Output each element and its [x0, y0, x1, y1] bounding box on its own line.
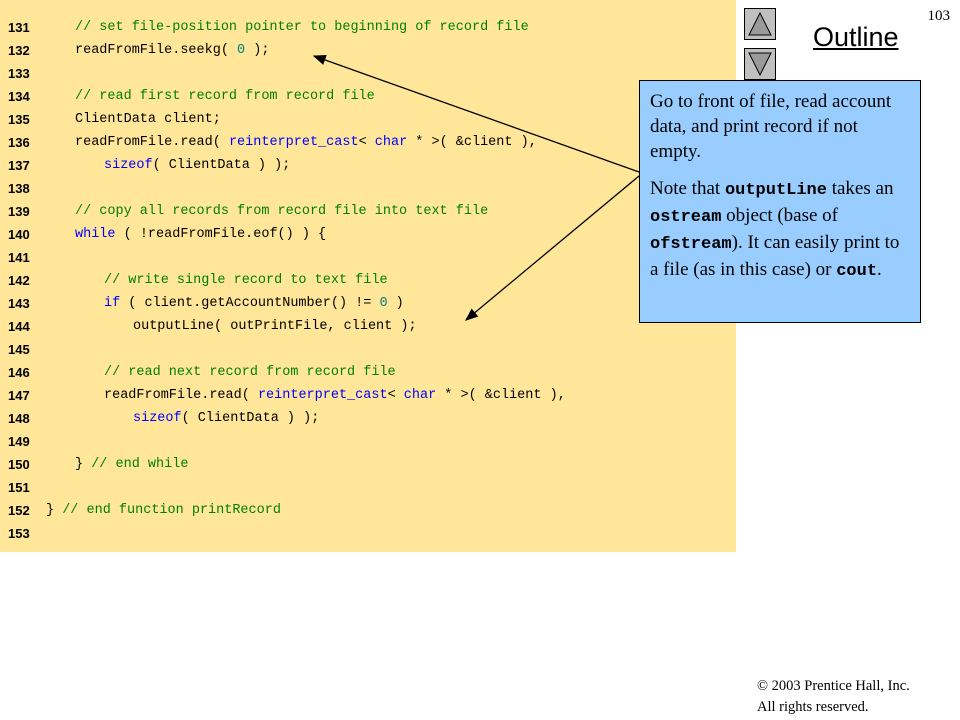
- code-token: // copy all records from record file int…: [75, 204, 489, 219]
- callout-box: Go to front of file, read account data, …: [639, 80, 921, 323]
- copyright-line: © 2003 Prentice Hall, Inc.: [757, 678, 910, 694]
- code-token: ): [387, 296, 404, 311]
- code-token: outputLine( outPrintFile, client );: [133, 319, 417, 334]
- line-number: 139: [8, 204, 30, 219]
- code-token: ( ClientData ) );: [181, 411, 320, 426]
- code-text: // read first record from record file: [75, 85, 375, 108]
- code-text: // read next record from record file: [104, 361, 396, 384]
- code-text: sizeof( ClientData ) );: [104, 154, 290, 177]
- line-number: 145: [8, 342, 30, 357]
- code-text: } // end function printRecord: [46, 499, 281, 522]
- code-token: * >( &client ),: [407, 135, 537, 150]
- callout-paragraph-2: Note that outputLine takes an ostream ob…: [650, 176, 910, 284]
- rights-line: All rights reserved.: [757, 699, 869, 715]
- code-token: reinterpret_cast: [257, 388, 388, 403]
- line-number: 137: [8, 158, 30, 173]
- code-token: ( ClientData ) );: [152, 158, 291, 173]
- code-token: sizeof: [104, 158, 153, 173]
- code-text: readFromFile.read( reinterpret_cast< cha…: [75, 131, 537, 154]
- line-number: 150: [8, 457, 30, 472]
- code-token: ( client.getAccountNumber() !=: [120, 296, 380, 311]
- code-token: if: [104, 296, 121, 311]
- line-number: 132: [8, 43, 30, 58]
- line-number: 133: [8, 66, 30, 81]
- line-number: 141: [8, 250, 30, 265]
- callout-paragraph-1: Go to front of file, read account data, …: [650, 91, 892, 162]
- code-token: readFromFile.seekg(: [75, 43, 238, 58]
- line-number: 131: [8, 20, 30, 35]
- line-number: 153: [8, 526, 30, 541]
- code-text: ClientData client;: [75, 108, 221, 131]
- callout-text: takes an: [826, 178, 894, 199]
- line-number: 142: [8, 273, 30, 288]
- callout-code-outputline: outputLine: [724, 181, 827, 200]
- line-number: 136: [8, 135, 30, 150]
- code-token: }: [46, 503, 63, 518]
- code-token: }: [75, 457, 92, 472]
- code-token: <: [387, 388, 404, 403]
- code-token: 0: [237, 43, 246, 58]
- line-number: 149: [8, 434, 30, 449]
- outline-link[interactable]: Outline: [813, 22, 899, 53]
- line-number: 134: [8, 89, 30, 104]
- code-text: // write single record to text file: [104, 269, 388, 292]
- code-token: <: [358, 135, 375, 150]
- code-token: // read next record from record file: [104, 365, 396, 380]
- code-text: // copy all records from record file int…: [75, 200, 488, 223]
- code-token: ClientData client;: [75, 112, 221, 127]
- code-text: readFromFile.read( reinterpret_cast< cha…: [104, 384, 566, 407]
- code-text: readFromFile.seekg( 0 );: [75, 39, 269, 62]
- code-text: while ( !readFromFile.eof() ) {: [75, 223, 326, 246]
- code-text: // set file-position pointer to beginnin…: [75, 16, 529, 39]
- code-token: char: [374, 135, 408, 150]
- code-token: char: [403, 388, 437, 403]
- code-token: reinterpret_cast: [228, 135, 359, 150]
- code-token: while: [75, 227, 116, 242]
- code-text: } // end while: [75, 453, 188, 476]
- line-number: 144: [8, 319, 30, 334]
- code-text: sizeof( ClientData ) );: [133, 407, 319, 430]
- code-token: // end function printRecord: [62, 503, 281, 518]
- line-number: 143: [8, 296, 30, 311]
- callout-code-cout: cout: [836, 262, 878, 281]
- copyright-footer: © 2003 Prentice Hall, Inc. All rights re…: [757, 676, 910, 718]
- line-number: 152: [8, 503, 30, 518]
- line-number: 135: [8, 112, 30, 127]
- code-token: readFromFile.read(: [75, 135, 229, 150]
- code-token: );: [245, 43, 270, 58]
- line-number: 147: [8, 388, 30, 403]
- code-token: // write single record to text file: [104, 273, 388, 288]
- slide-number: 103: [927, 8, 951, 24]
- line-number: 140: [8, 227, 30, 242]
- code-token: // set file-position pointer to beginnin…: [75, 20, 529, 35]
- line-number: 148: [8, 411, 30, 426]
- code-token: sizeof: [133, 411, 182, 426]
- code-text: outputLine( outPrintFile, client );: [133, 315, 417, 338]
- next-slide-button[interactable]: [744, 48, 776, 80]
- line-number: 138: [8, 181, 30, 196]
- callout-text: object (base of: [721, 205, 839, 226]
- line-number: 146: [8, 365, 30, 380]
- callout-text: Note that: [650, 178, 725, 199]
- previous-slide-button[interactable]: [744, 8, 776, 40]
- triangle-up-icon: [748, 11, 772, 36]
- code-token: 0: [379, 296, 388, 311]
- code-token: // end while: [91, 457, 189, 472]
- code-token: // read first record from record file: [75, 89, 375, 104]
- code-text: if ( client.getAccountNumber() != 0 ): [104, 292, 404, 315]
- code-token: ( !readFromFile.eof() ) {: [115, 227, 327, 242]
- line-number: 151: [8, 480, 30, 495]
- code-token: readFromFile.read(: [104, 388, 258, 403]
- callout-code-ofstream: ofstream: [650, 235, 732, 254]
- callout-code-ostream: ostream: [650, 208, 722, 227]
- code-panel: 131 // set file-position pointer to begin…: [0, 0, 736, 552]
- triangle-down-icon: [748, 52, 772, 77]
- callout-text: .: [877, 259, 882, 280]
- code-token: * >( &client ),: [436, 388, 566, 403]
